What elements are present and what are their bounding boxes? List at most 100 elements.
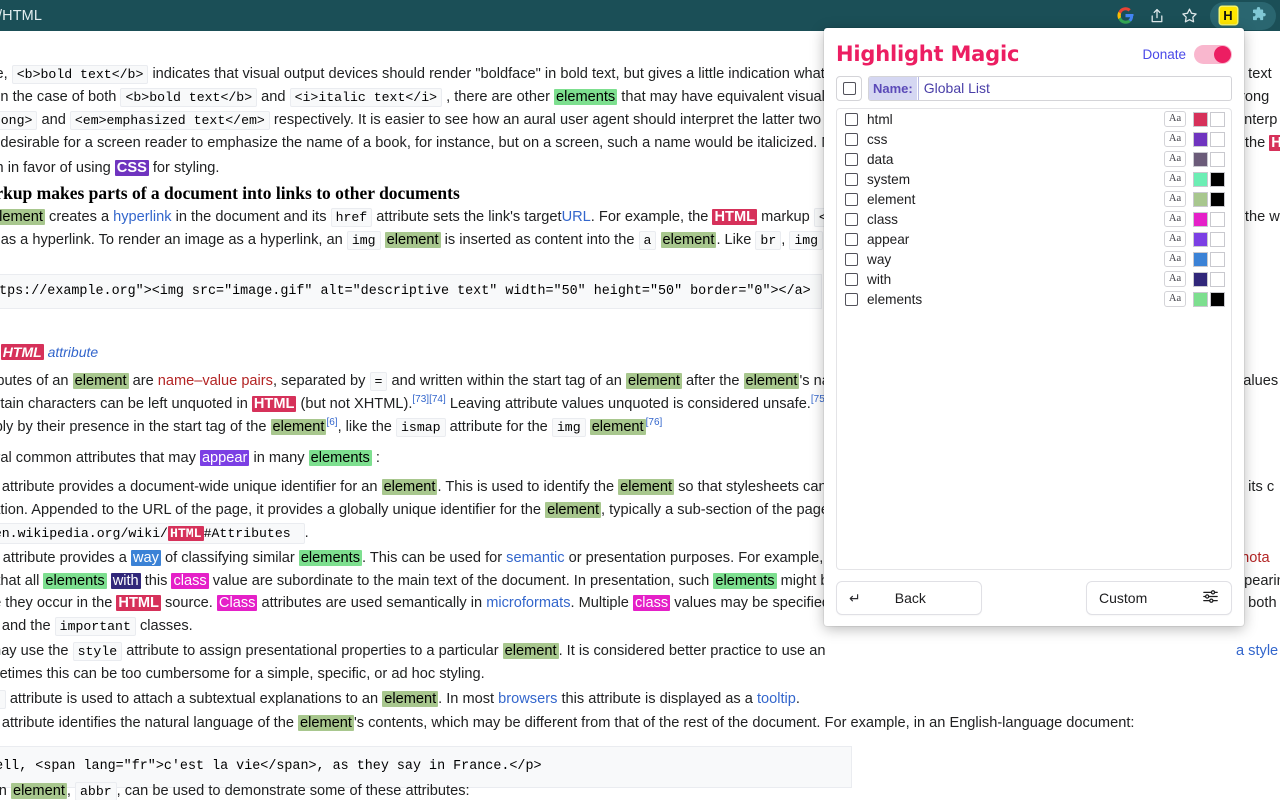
background-color-swatch[interactable] <box>1210 111 1225 127</box>
list-item[interactable]: html Aa <box>837 109 1231 129</box>
background-color-swatch[interactable] <box>1210 151 1225 167</box>
highlight-html: HTML <box>167 526 204 541</box>
list-item-checkbox[interactable] <box>845 272 858 286</box>
google-account-icon[interactable] <box>1110 3 1140 29</box>
list-item[interactable]: element Aa <box>837 189 1231 209</box>
font-style-button[interactable]: Aa <box>1164 231 1186 247</box>
citation-ref[interactable]: [76] <box>646 417 663 428</box>
share-icon[interactable] <box>1142 3 1172 29</box>
text: dia" as a hyperlink. To render an image … <box>0 232 343 248</box>
list-item-checkbox[interactable] <box>845 292 858 306</box>
highlight-element: element <box>589 419 646 435</box>
font-style-button[interactable]: Aa <box>1164 211 1186 227</box>
wiki-link[interactable]: browsers <box>498 691 557 707</box>
background-color-swatch[interactable] <box>1210 131 1225 147</box>
checkbox-box <box>845 112 858 126</box>
custom-button[interactable]: Custom <box>1086 581 1232 615</box>
checkbox-box <box>845 152 858 166</box>
donate-toggle[interactable] <box>1194 44 1232 64</box>
list-item[interactable]: elements Aa <box>837 289 1231 309</box>
list-item[interactable]: appear Aa <box>837 229 1231 249</box>
wiki-link[interactable]: hyperlink <box>113 209 171 225</box>
foreground-color-swatch[interactable] <box>1193 211 1208 227</box>
wiki-link[interactable]: semantic <box>506 550 564 566</box>
background-color-swatch[interactable] <box>1210 211 1225 227</box>
return-arrow-icon: ↵ <box>849 589 861 606</box>
back-button[interactable]: ↵ Back <box>836 581 982 615</box>
text: and the <box>1 618 51 634</box>
list-item-checkbox[interactable] <box>845 132 858 146</box>
foreground-color-swatch[interactable] <box>1193 291 1208 307</box>
wiki-link[interactable]: URL <box>562 209 591 225</box>
select-all-checkbox[interactable] <box>836 76 862 101</box>
highlight-appear: appear <box>199 450 250 466</box>
list-item-checkbox[interactable] <box>845 232 858 246</box>
foreground-color-swatch[interactable] <box>1193 271 1208 287</box>
popup-title: Highlight Magic <box>836 42 1020 66</box>
list-item[interactable]: css Aa <box>837 129 1231 149</box>
name-field-value[interactable]: Global List <box>917 77 990 100</box>
article-line: mple, <b>bold text</b> indicates that vi… <box>0 63 825 87</box>
font-style-button[interactable]: Aa <box>1164 151 1186 167</box>
article-line: ation in favor of using CSS for styling. <box>0 157 219 181</box>
font-style-button[interactable]: Aa <box>1164 271 1186 287</box>
wiki-link[interactable]: attribute <box>48 344 99 360</box>
font-style-button[interactable]: Aa <box>1164 171 1186 187</box>
text: attribute for the <box>449 419 548 435</box>
foreground-color-swatch[interactable] <box>1193 171 1208 187</box>
foreground-color-swatch[interactable] <box>1193 251 1208 267</box>
list-item-checkbox[interactable] <box>845 212 858 226</box>
foreground-color-swatch[interactable] <box>1193 191 1208 207</box>
background-color-swatch[interactable] <box>1210 231 1225 247</box>
foreground-color-swatch[interactable] <box>1193 231 1208 247</box>
font-style-button[interactable]: Aa <box>1164 191 1186 207</box>
article-line: entation. Appended to the URL of the pag… <box>0 499 846 523</box>
background-color-swatch[interactable] <box>1210 191 1225 207</box>
list-item[interactable]: class Aa <box>837 209 1231 229</box>
font-style-button[interactable]: Aa <box>1164 291 1186 307</box>
font-style-button[interactable]: Aa <box>1164 251 1186 267</box>
background-color-swatch[interactable] <box>1210 291 1225 307</box>
list-item-checkbox[interactable] <box>845 252 858 266</box>
keyword-list-panel[interactable]: html Aa css Aa data Aa system Aa element Aa class A… <box>836 108 1232 570</box>
donate-link[interactable]: Donate <box>1142 47 1186 62</box>
list-item-checkbox[interactable] <box>845 192 858 206</box>
font-style-button[interactable]: Aa <box>1164 131 1186 147</box>
highlight-css: CSS <box>114 160 149 176</box>
highlight-element: element <box>298 715 354 731</box>
list-name-input[interactable]: Name: Global List <box>868 76 1232 101</box>
highlight-element: element <box>743 373 800 389</box>
text: or may use the <box>0 643 69 659</box>
list-item-checkbox[interactable] <box>845 112 858 126</box>
citation-ref[interactable]: [73][74] <box>412 394 445 405</box>
highlight-html: H <box>1269 135 1280 151</box>
wiki-link[interactable]: microformats <box>486 595 570 611</box>
bookmark-star-icon[interactable] <box>1174 3 1204 29</box>
wiki-link-red[interactable]: name–value pairs <box>158 373 273 389</box>
foreground-color-swatch[interactable] <box>1193 111 1208 127</box>
text: simply by their presence in the start ta… <box>0 419 267 435</box>
extensions-puzzle-icon[interactable] <box>1243 3 1273 29</box>
highlight-magic-extension-icon[interactable]: H <box>1213 3 1243 29</box>
list-item-checkbox[interactable] <box>845 152 858 166</box>
article-line: //en.wikipedia.org/wiki/HTML#Attributes … <box>0 522 309 546</box>
highlight-elements: elements <box>308 450 372 466</box>
text: , there are other <box>446 89 550 105</box>
wiki-link[interactable]: tooltip <box>757 691 796 707</box>
text: for styling. <box>152 160 220 176</box>
citation-ref[interactable]: [6] <box>326 417 337 428</box>
background-color-swatch[interactable] <box>1210 271 1225 287</box>
list-item[interactable]: data Aa <box>837 149 1231 169</box>
foreground-color-swatch[interactable] <box>1193 151 1208 167</box>
list-item[interactable]: with Aa <box>837 269 1231 289</box>
list-item[interactable]: system Aa <box>837 169 1231 189</box>
checkbox-box <box>845 252 858 266</box>
background-color-swatch[interactable] <box>1210 251 1225 267</box>
font-style-button[interactable]: Aa <box>1164 111 1186 127</box>
list-item-checkbox[interactable] <box>845 172 858 186</box>
text: . <box>795 691 800 707</box>
address-bar-url[interactable]: /HTML <box>0 8 42 24</box>
foreground-color-swatch[interactable] <box>1193 131 1208 147</box>
background-color-swatch[interactable] <box>1210 171 1225 187</box>
list-item[interactable]: way Aa <box>837 249 1231 269</box>
